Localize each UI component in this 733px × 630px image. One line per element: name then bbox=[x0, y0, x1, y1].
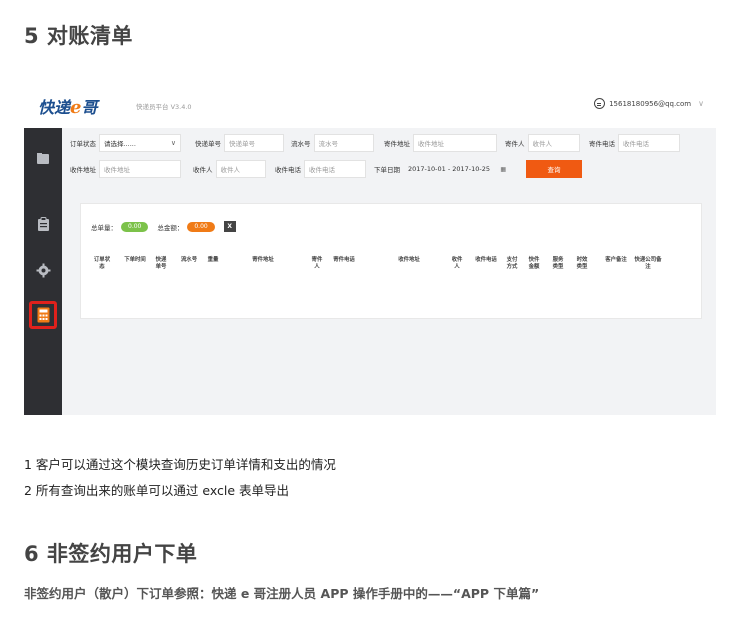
receiver-placeholder: 收件人 bbox=[220, 166, 241, 174]
total-amount-badge: 0.00 bbox=[187, 221, 215, 232]
order-status-value: 请选择...... bbox=[104, 140, 136, 148]
query-button[interactable]: 查询 bbox=[526, 160, 582, 178]
recv-addr-placeholder: 收件地址 bbox=[104, 166, 130, 174]
express-no-label: 快递单号 bbox=[195, 140, 221, 148]
sender-label: 寄件人 bbox=[505, 140, 525, 148]
sidebar bbox=[24, 128, 62, 415]
table-header-cell: 快件金额 bbox=[528, 257, 540, 270]
recv-addr-label: 收件地址 bbox=[70, 166, 96, 174]
receiver-input[interactable]: 收件人 bbox=[215, 160, 266, 178]
filter-bar: 订单状态 请选择...... ∨ 快递单号 快递单号 流水号 流水号 寄件地址 … bbox=[62, 128, 716, 190]
app-logo: 快递e哥 bbox=[38, 94, 97, 118]
recv-phone-label: 收件电话 bbox=[275, 166, 301, 174]
sender-addr-input[interactable]: 收件地址 bbox=[413, 134, 497, 152]
recv-phone-input[interactable]: 收件电话 bbox=[304, 160, 366, 178]
sender-placeholder: 收件人 bbox=[532, 140, 553, 148]
sender-addr-filter: 寄件地址 收件地址 bbox=[384, 134, 497, 152]
order-status-label: 订单状态 bbox=[70, 140, 96, 148]
total-amount-label: 总金额： bbox=[157, 223, 184, 232]
folder-icon[interactable] bbox=[29, 144, 57, 172]
date-value: 2017-10-01 - 2017-10-25 bbox=[408, 165, 491, 173]
table-header-cell: 快递公司备注 bbox=[634, 257, 662, 270]
serial-no-filter: 流水号 流水号 bbox=[291, 134, 374, 152]
recv-addr-filter: 收件地址 收件地址 bbox=[70, 160, 181, 178]
sender-phone-label: 寄件电话 bbox=[589, 140, 615, 148]
clipboard-icon[interactable] bbox=[29, 210, 57, 238]
user-account-icon bbox=[594, 98, 606, 109]
receiver-filter: 收件人 收件人 bbox=[193, 160, 266, 178]
app-screenshot: 快递e哥 快递员平台 V3.4.0 15618180956@qq.com ∨ 订… bbox=[24, 84, 716, 415]
sender-filter: 寄件人 收件人 bbox=[505, 134, 580, 152]
sender-phone-input[interactable]: 收件电话 bbox=[618, 134, 680, 152]
chevron-down-icon: ∨ bbox=[698, 99, 704, 108]
table-header-cell: 重量 bbox=[207, 257, 219, 263]
receiver-label: 收件人 bbox=[193, 166, 213, 174]
recv-phone-placeholder: 收件电话 bbox=[309, 166, 335, 174]
serial-no-input[interactable]: 流水号 bbox=[313, 134, 374, 152]
date-filter: 下单日期 2017-10-01 - 2017-10-25 ▦ bbox=[374, 160, 511, 178]
serial-no-placeholder: 流水号 bbox=[318, 140, 339, 148]
section-6-subtitle: 非签约用户（散户）下订单参照：快递 e 哥注册人员 APP 操作手册中的——“A… bbox=[24, 586, 540, 601]
section-6-title: 6 非签约用户下单 bbox=[24, 542, 198, 566]
results-panel: 总单量： 0.00 总金额： 0.00 X 订单状态 下单时间 快递单号 流水号 重量 寄… bbox=[80, 203, 702, 319]
order-status-select[interactable]: 请选择...... ∨ bbox=[99, 134, 181, 152]
table-header-cell: 订单状态 bbox=[93, 257, 111, 270]
table-header-cell: 收件人 bbox=[451, 257, 463, 270]
logo-prefix: 快递 bbox=[38, 98, 71, 117]
table-header-cell: 快递单号 bbox=[155, 257, 167, 270]
sender-addr-label: 寄件地址 bbox=[384, 140, 410, 148]
date-range-input[interactable]: 2017-10-01 - 2017-10-25 ▦ bbox=[403, 160, 511, 178]
serial-no-label: 流水号 bbox=[291, 140, 311, 148]
section-5-title: 5 对账清单 bbox=[24, 24, 133, 48]
sender-phone-placeholder: 收件电话 bbox=[623, 140, 649, 148]
date-label: 下单日期 bbox=[374, 166, 400, 174]
table-header-cell: 服务类型 bbox=[552, 257, 564, 270]
express-no-input[interactable]: 快递单号 bbox=[224, 134, 284, 152]
recv-phone-filter: 收件电话 收件电话 bbox=[275, 160, 366, 178]
sender-addr-placeholder: 收件地址 bbox=[418, 140, 444, 148]
paragraph-2: 2 所有查询出来的账单可以通过 excle 表单导出 bbox=[24, 483, 290, 498]
sender-input[interactable]: 收件人 bbox=[527, 134, 580, 152]
table-header-cell: 寄件地址 bbox=[252, 257, 274, 263]
table-header-cell: 收件地址 bbox=[398, 257, 420, 263]
excel-export-icon[interactable]: X bbox=[223, 221, 236, 232]
express-no-placeholder: 快递单号 bbox=[229, 140, 255, 148]
total-orders-badge: 0.00 bbox=[121, 221, 149, 232]
recv-addr-input[interactable]: 收件地址 bbox=[99, 160, 181, 178]
order-status-filter: 订单状态 请选择...... ∨ bbox=[70, 134, 181, 152]
sender-phone-filter: 寄件电话 收件电话 bbox=[589, 134, 680, 152]
calendar-icon: ▦ bbox=[500, 165, 506, 173]
express-no-filter: 快递单号 快递单号 bbox=[195, 134, 284, 152]
table-header-cell: 寄件人 bbox=[311, 257, 323, 270]
paragraph-1: 1 客户可以通过这个模块查询历史订单详情和支出的情况 bbox=[24, 457, 336, 472]
table-header-cell: 收件电话 bbox=[475, 257, 497, 263]
logo-suffix: 哥 bbox=[81, 98, 98, 117]
table-header-cell: 客户备注 bbox=[605, 257, 627, 263]
totals-row: 总单量： 0.00 总金额： 0.00 X bbox=[91, 221, 236, 232]
app-topbar: 快递e哥 快递员平台 V3.4.0 15618180956@qq.com ∨ bbox=[24, 84, 716, 128]
user-email: 15618180956@qq.com bbox=[609, 99, 692, 108]
calculator-icon[interactable] bbox=[29, 301, 57, 329]
app-version: 快递员平台 V3.4.0 bbox=[136, 103, 192, 111]
table-header-cell: 时效类型 bbox=[576, 257, 588, 270]
logo-e: e bbox=[70, 97, 82, 118]
chevron-down-icon: ∨ bbox=[170, 139, 176, 147]
total-orders-label: 总单量： bbox=[91, 223, 117, 232]
table-header-cell: 流水号 bbox=[180, 257, 198, 263]
gear-icon[interactable] bbox=[29, 256, 57, 284]
user-menu[interactable]: 15618180956@qq.com ∨ bbox=[594, 98, 704, 109]
table-header-cell: 支付方式 bbox=[506, 257, 518, 270]
table-header-cell: 下单时间 bbox=[124, 257, 146, 263]
table-header-cell: 寄件电话 bbox=[333, 257, 355, 263]
